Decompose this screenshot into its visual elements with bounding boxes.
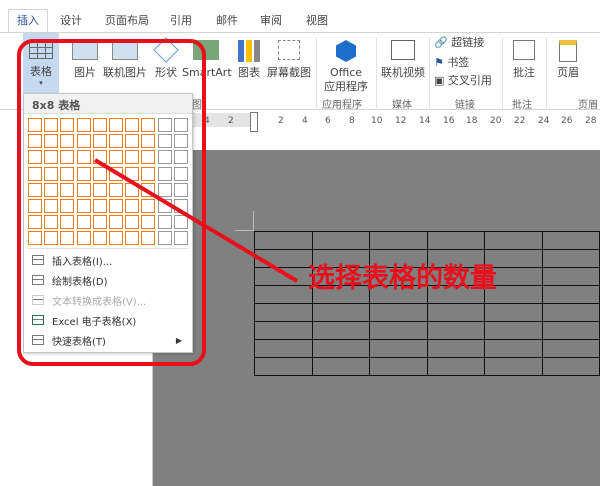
annotation-highlight-box <box>17 39 206 366</box>
annotation-overlay <box>17 39 299 366</box>
annotation-text: 选择表格的数量 <box>308 263 497 294</box>
annotation-arrow-line <box>93 158 299 283</box>
